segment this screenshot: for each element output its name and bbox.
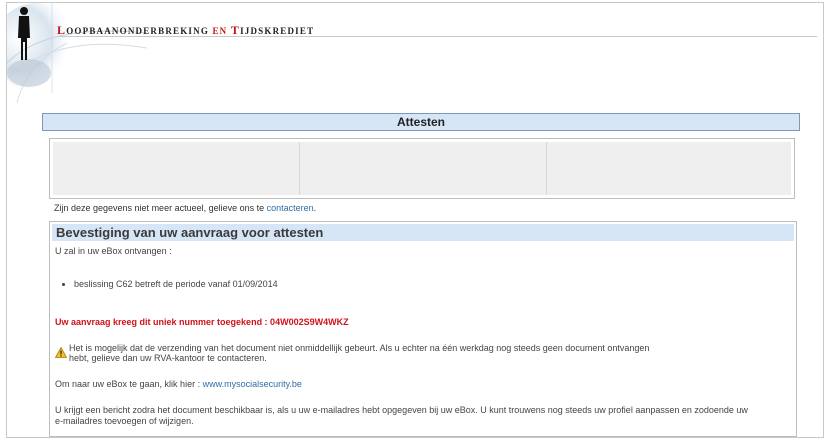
warning-message: Het is mogelijk dat de verzending van he…	[55, 343, 729, 363]
update-notice: Zijn deze gegevens niet meer actueel, ge…	[54, 203, 317, 213]
attesten-table	[49, 138, 795, 199]
list-item: beslissing C62 betreft de periode vanaf …	[74, 279, 278, 289]
email-info: U krijgt een bericht zodra het document …	[55, 405, 748, 426]
confirmation-panel: Bevestiging van uw aanvraag voor atteste…	[49, 221, 797, 437]
confirmation-title: Bevestiging van uw aanvraag voor atteste…	[52, 224, 794, 241]
ebox-link-line: Om naar uw eBox te gaan, klik hier : www…	[55, 379, 302, 389]
attesten-table-body	[53, 142, 791, 195]
attesten-heading: Attesten	[42, 113, 800, 131]
warning-text: Het is mogelijk dat de verzending van he…	[69, 343, 650, 363]
warning-icon	[55, 347, 67, 358]
document-list: beslissing C62 betreft de periode vanaf …	[60, 279, 278, 289]
ebox-intro: U zal in uw eBox ontvangen :	[55, 246, 172, 256]
mysocialsecurity-link[interactable]: www.mysocialsecurity.be	[203, 379, 302, 389]
unique-request-number: Uw aanvraag kreeg dit uniek nummer toege…	[55, 317, 349, 327]
header-divider	[57, 36, 817, 37]
column-separator	[546, 142, 547, 195]
column-separator	[299, 142, 300, 195]
silhouette-figure-icon	[7, 3, 147, 103]
contact-link[interactable]: contacteren	[267, 203, 314, 213]
